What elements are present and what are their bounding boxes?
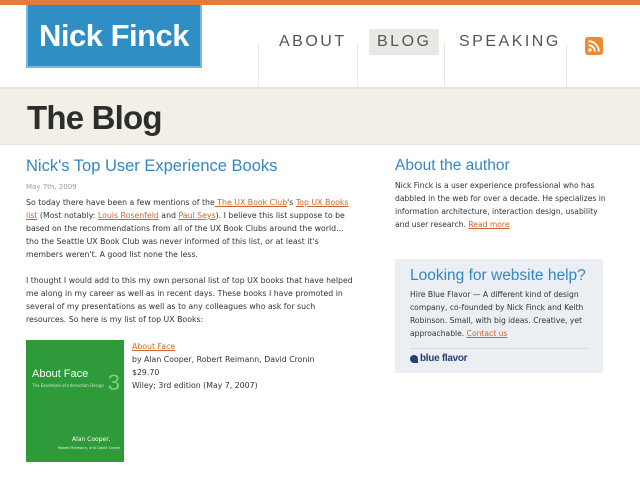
post-title-link[interactable]: Nick's Top User Experience Books	[26, 157, 356, 176]
book-authors: by Alan Cooper, Robert Reimann, David Cr…	[132, 355, 315, 364]
rss-feed-icon[interactable]	[585, 37, 603, 55]
cover-subtitle: The Essentials of Interaction Design	[32, 383, 104, 388]
text: and	[158, 211, 179, 220]
cover-author: Alan Cooper,	[72, 436, 111, 443]
cover-authors: Robert Reimann, and David Cronin	[58, 446, 121, 450]
cover-edition-number: 3	[107, 370, 120, 395]
nav-divider	[258, 43, 259, 89]
website-help-box: Looking for website help? Hire Blue Flav…	[395, 259, 603, 373]
nav-divider	[566, 43, 567, 89]
nav-divider	[357, 43, 358, 89]
text: (Most notably:	[37, 211, 98, 220]
nav-blog[interactable]: BLOG	[369, 29, 440, 55]
blue-flavor-logo-text: blue flavor	[420, 353, 468, 364]
post-paragraph: I thought I would add to this my own per…	[26, 276, 353, 324]
page-title-band: The Blog	[0, 88, 640, 145]
book-entry: About Face The Essentials of Interaction…	[26, 340, 366, 462]
book-info: About Face by Alan Cooper, Robert Reiman…	[132, 340, 315, 392]
post-paragraph: So today there have been a few mentions …	[26, 196, 356, 261]
page-title: The Blog	[27, 99, 163, 136]
ux-book-club-link[interactable]: The UX Book Club	[215, 198, 287, 207]
book-edition: Wiley; 3rd edition (May 7, 2007)	[132, 381, 258, 390]
post: Nick's Top User Experience Books May 7th…	[26, 157, 356, 326]
blue-flavor-mark-icon	[410, 354, 418, 363]
site-logo[interactable]: Nick Finck	[26, 5, 202, 68]
book-price: $29.70	[132, 368, 160, 377]
site-header: Nick Finck ABOUT BLOG SPEAKING	[0, 5, 640, 89]
paul-seys-link[interactable]: Paul Seys	[178, 211, 215, 220]
book-cover-image[interactable]: About Face The Essentials of Interaction…	[26, 340, 124, 462]
blue-flavor-logo[interactable]: blue flavor	[410, 348, 588, 364]
website-help-heading: Looking for website help?	[410, 267, 586, 284]
about-author-text: Nick Finck is a user experience professi…	[395, 179, 610, 231]
website-help-text: Hire Blue Flavor — A different kind of d…	[410, 288, 588, 340]
cover-title: About Face	[32, 368, 89, 380]
about-author-heading: About the author	[395, 157, 510, 174]
book-title-link[interactable]: About Face	[132, 342, 175, 351]
louis-rosenfeld-link[interactable]: Louis Rosenfeld	[98, 211, 159, 220]
post-date: May 7th, 2009	[26, 183, 77, 191]
text: 's	[287, 198, 296, 207]
nav-divider	[444, 43, 445, 89]
contact-us-link[interactable]: Contact us	[467, 329, 508, 338]
nav-speaking[interactable]: SPEAKING	[451, 29, 569, 55]
read-more-link[interactable]: Read more	[468, 220, 509, 229]
nav-about[interactable]: ABOUT	[271, 29, 355, 55]
text: So today there have been a few mentions …	[26, 198, 215, 207]
logo-text: Nick Finck	[38, 17, 190, 53]
about-author-section: About the author Nick Finck is a user ex…	[395, 157, 610, 231]
